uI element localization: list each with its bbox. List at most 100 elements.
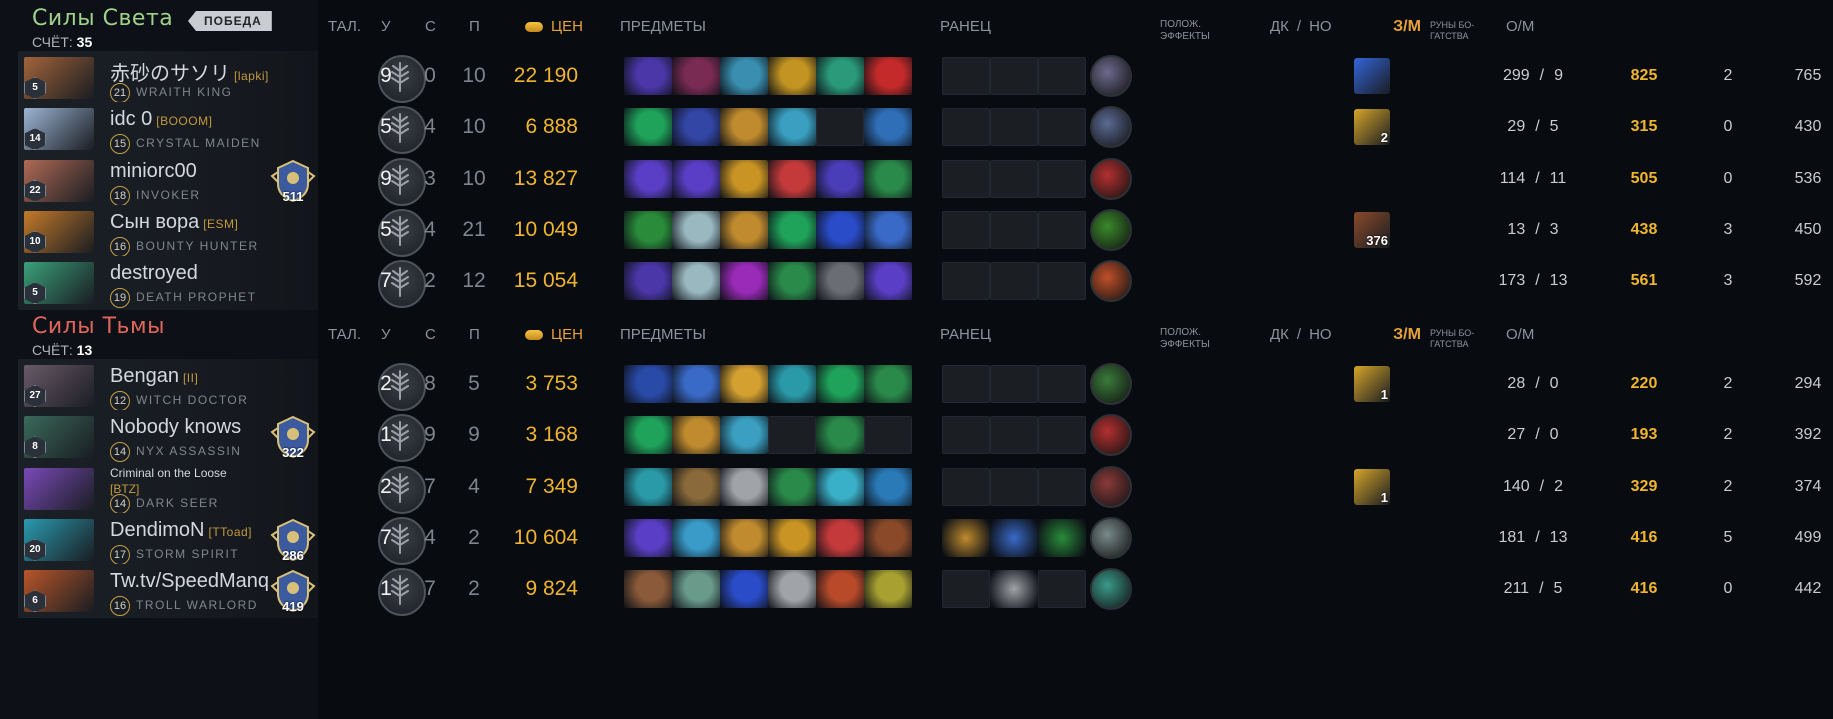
item-icon[interactable]: [672, 467, 720, 506]
buffs-header[interactable]: ПОЛОЖ. ЭФФЕКТЫ: [1160, 327, 1210, 351]
hero-portrait[interactable]: 22: [24, 159, 94, 202]
xpm-header[interactable]: О/М: [1506, 18, 1534, 35]
player-name-text[interactable]: idc 0: [110, 108, 152, 130]
item-icon[interactable]: [720, 108, 768, 147]
talents-header[interactable]: ТАЛ.: [328, 326, 361, 343]
hero-portrait[interactable]: 20: [24, 518, 94, 561]
item-icon[interactable]: [720, 570, 768, 609]
backpack-slot-empty[interactable]: [1038, 262, 1086, 301]
backpack-slot-empty[interactable]: [990, 210, 1038, 249]
backpack-slot-empty[interactable]: [942, 210, 990, 249]
player-card[interactable]: 27 Bengan [II] 12 WITCH DOCTOR: [18, 359, 318, 413]
player-card[interactable]: 10 Сын вора [ESM] 16 BOUNTY HUNTER: [18, 204, 318, 259]
level-header[interactable]: У: [381, 18, 391, 35]
item-icon[interactable]: [816, 210, 864, 249]
item-icon[interactable]: [624, 159, 672, 198]
item-icon[interactable]: [816, 159, 864, 198]
hero-portrait[interactable]: 5: [24, 262, 94, 305]
player-card[interactable]: 14 idc 0 [BOOOM] 15 CRYSTAL MAIDEN: [18, 102, 318, 157]
item-icon[interactable]: [768, 467, 816, 506]
player-name[interactable]: destroyed: [110, 262, 198, 285]
backpack-slot-empty[interactable]: [1038, 108, 1086, 147]
player-name-text[interactable]: 赤砂のサソリ: [110, 63, 230, 85]
backpack-slot-empty[interactable]: [942, 108, 990, 147]
item-icon[interactable]: [720, 262, 768, 301]
backpack-slot-empty[interactable]: [1038, 210, 1086, 249]
player-name[interactable]: miniorc00: [110, 160, 197, 183]
backpack-slot-empty[interactable]: [942, 467, 990, 506]
player-name[interactable]: idc 0 [BOOOM]: [110, 108, 212, 131]
item-icon[interactable]: [864, 518, 912, 557]
player-card[interactable]: 22 miniorc00 18 INVOKER 511: [18, 153, 318, 208]
player-name-text[interactable]: destroyed: [110, 262, 198, 284]
item-icon[interactable]: [768, 57, 816, 95]
item-icon[interactable]: [672, 365, 720, 403]
backpack-slot-empty[interactable]: [942, 570, 990, 609]
hero-portrait[interactable]: 27: [24, 365, 94, 407]
player-name[interactable]: Tw.tv/SpeedManq: [110, 570, 269, 593]
item-icon[interactable]: [672, 57, 720, 95]
backpack-slot-empty[interactable]: [990, 262, 1038, 301]
backpack-slot-empty[interactable]: [1038, 570, 1086, 609]
bounty-runes-header[interactable]: РУНЫ БО- ГАТСТВА: [1430, 20, 1474, 42]
player-name-text[interactable]: Tw.tv/SpeedManq: [110, 570, 269, 592]
item-icon[interactable]: [720, 365, 768, 403]
player-name-text[interactable]: miniorc00: [110, 160, 197, 182]
item-icon[interactable]: [624, 467, 672, 506]
backpack-slot-empty[interactable]: [990, 57, 1038, 95]
backpack-slot-empty[interactable]: [1038, 57, 1086, 95]
item-icon[interactable]: [672, 159, 720, 198]
player-name[interactable]: Criminal on the Loose: [110, 466, 227, 480]
deaths-header[interactable]: С: [425, 326, 436, 343]
backpack-item-icon[interactable]: [942, 518, 990, 557]
hero-portrait[interactable]: 10: [24, 210, 94, 253]
item-icon[interactable]: [624, 262, 672, 301]
backpack-header[interactable]: РАНЕЦ: [940, 18, 991, 35]
player-name[interactable]: Nobody knows: [110, 416, 241, 439]
assists-header[interactable]: П: [469, 18, 480, 35]
item-icon[interactable]: [624, 416, 672, 455]
hero-portrait[interactable]: 8: [24, 416, 94, 459]
item-icon[interactable]: [816, 518, 864, 557]
xpm-header[interactable]: О/М: [1506, 326, 1534, 343]
player-card[interactable]: 5 赤砂のサソリ [lapki] 21 WRAITH KING: [18, 51, 318, 105]
backpack-slot-empty[interactable]: [990, 416, 1038, 455]
item-icon[interactable]: [768, 518, 816, 557]
player-name[interactable]: 赤砂のサソリ [lapki]: [110, 57, 269, 86]
item-slot-empty[interactable]: [816, 108, 864, 147]
player-card[interactable]: 8 Nobody knows 14 NYX ASSASSIN 322: [18, 410, 318, 465]
neutral-item-icon[interactable]: [1090, 568, 1132, 611]
player-card[interactable]: 20 DendimoN [TToad] 17 STORM SPIRIT 286: [18, 512, 318, 567]
backpack-slot-empty[interactable]: [942, 365, 990, 403]
buff-icon[interactable]: 1: [1354, 366, 1390, 402]
networth-header[interactable]: ЦЕН: [525, 18, 583, 35]
item-icon[interactable]: [624, 518, 672, 557]
backpack-slot-empty[interactable]: [1038, 159, 1086, 198]
item-icon[interactable]: [672, 108, 720, 147]
deaths-header[interactable]: С: [425, 18, 436, 35]
buffs-header[interactable]: ПОЛОЖ. ЭФФЕКТЫ: [1160, 19, 1210, 43]
item-icon[interactable]: [720, 159, 768, 198]
talents-header[interactable]: ТАЛ.: [328, 18, 361, 35]
item-icon[interactable]: [672, 518, 720, 557]
neutral-item-icon[interactable]: [1090, 106, 1132, 149]
networth-header[interactable]: ЦЕН: [525, 326, 583, 343]
gpm-header[interactable]: З/М: [1377, 18, 1437, 36]
backpack-slot-empty[interactable]: [942, 159, 990, 198]
item-icon[interactable]: [768, 262, 816, 301]
item-icon[interactable]: [720, 57, 768, 95]
player-card[interactable]: 5 destroyed 19 DEATH PROPHET: [18, 256, 318, 311]
item-slot-empty[interactable]: [864, 416, 912, 455]
item-icon[interactable]: [864, 210, 912, 249]
player-card[interactable]: 6 Tw.tv/SpeedManq 16 TROLL WARLORD 419: [18, 564, 318, 619]
player-name[interactable]: Сын вора [ESM]: [110, 211, 238, 234]
item-icon[interactable]: [816, 467, 864, 506]
items-header[interactable]: ПРЕДМЕТЫ: [620, 18, 706, 35]
buff-icon[interactable]: 376: [1354, 211, 1390, 248]
backpack-item-icon[interactable]: [1038, 518, 1086, 557]
neutral-item-icon[interactable]: [1090, 157, 1132, 200]
item-icon[interactable]: [720, 518, 768, 557]
item-icon[interactable]: [720, 210, 768, 249]
lasthits-denies-header[interactable]: ДК / НО: [1270, 18, 1332, 35]
item-icon[interactable]: [768, 570, 816, 609]
